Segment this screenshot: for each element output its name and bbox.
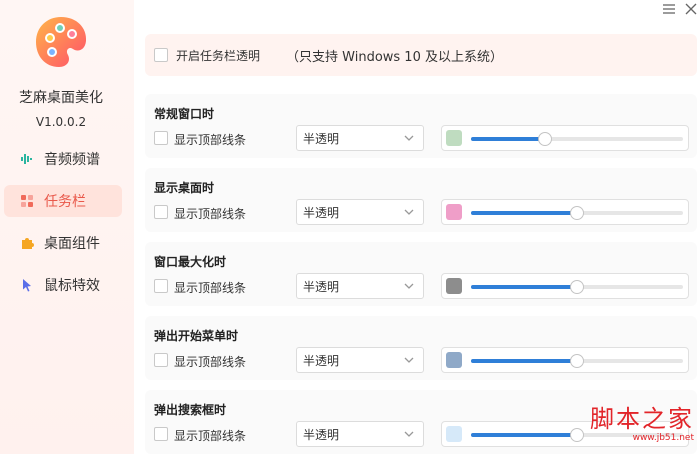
section-title: 弹出开始菜单时 bbox=[154, 329, 239, 343]
taskbar-state-section: 窗口最大化时 显示顶部线条 半透明 bbox=[145, 242, 697, 306]
enable-transparency-label: 开启任务栏透明 bbox=[176, 48, 261, 63]
opacity-slider-fill bbox=[471, 211, 577, 215]
color-swatch[interactable] bbox=[446, 426, 462, 442]
select-value: 半透明 bbox=[303, 279, 340, 294]
puzzle-icon bbox=[20, 236, 34, 250]
transparency-mode-select[interactable]: 半透明 bbox=[296, 347, 424, 373]
show-top-line-label: 显示顶部线条 bbox=[174, 207, 247, 221]
sidebar-item-taskbar[interactable]: 任务栏 bbox=[4, 185, 122, 217]
show-top-line-label: 显示顶部线条 bbox=[174, 133, 247, 147]
show-top-line-checkbox[interactable] bbox=[154, 131, 168, 145]
opacity-slider-thumb[interactable] bbox=[570, 354, 584, 368]
app-name: 芝麻桌面美化 bbox=[19, 90, 103, 106]
watermark-url: www.jb51.net bbox=[632, 433, 694, 443]
section-title: 窗口最大化时 bbox=[154, 255, 227, 269]
audio-spectrum-icon bbox=[20, 152, 34, 166]
opacity-slider-thumb[interactable] bbox=[570, 280, 584, 294]
transparency-mode-select[interactable]: 半透明 bbox=[296, 421, 424, 447]
select-value: 半透明 bbox=[303, 205, 340, 220]
chevron-down-icon bbox=[403, 132, 415, 144]
sidebar-item-audio-spectrum[interactable]: 音频频谱 bbox=[4, 143, 122, 175]
sidebar-item-label: 桌面组件 bbox=[44, 236, 100, 252]
show-top-line-label: 显示顶部线条 bbox=[174, 429, 247, 443]
show-top-line-label: 显示顶部线条 bbox=[174, 281, 247, 295]
watermark-title: 脚本之家 bbox=[590, 405, 694, 433]
sidebar-item-mouse-effects[interactable]: 鼠标特效 bbox=[4, 269, 122, 301]
taskbar-icon bbox=[20, 194, 34, 208]
section-title: 常规窗口时 bbox=[154, 107, 215, 121]
opacity-slider-thumb[interactable] bbox=[570, 206, 584, 220]
color-swatch[interactable] bbox=[446, 278, 462, 294]
chevron-down-icon bbox=[403, 206, 415, 218]
cursor-icon bbox=[20, 278, 34, 292]
watermark: 脚本之家 www.jb51.net bbox=[570, 406, 694, 444]
opacity-slider-fill bbox=[471, 285, 577, 289]
opacity-slider-track[interactable] bbox=[471, 354, 683, 368]
show-top-line-checkbox[interactable] bbox=[154, 279, 168, 293]
app-logo-icon bbox=[33, 14, 89, 70]
chevron-down-icon bbox=[403, 280, 415, 292]
sidebar-item-label: 任务栏 bbox=[44, 194, 86, 210]
color-opacity-control bbox=[441, 273, 689, 299]
sidebar-item-label: 音频频谱 bbox=[44, 152, 100, 168]
system-requirement-note: （只支持 Windows 10 及以上系统） bbox=[286, 49, 503, 65]
sidebar: 芝麻桌面美化 V1.0.0.2 音频频谱 任务栏 桌面组件 鼠标特效 bbox=[0, 0, 134, 454]
show-top-line-checkbox[interactable] bbox=[154, 205, 168, 219]
close-icon[interactable] bbox=[682, 0, 700, 18]
color-opacity-control bbox=[441, 199, 689, 225]
opacity-slider-fill bbox=[471, 359, 577, 363]
color-opacity-control bbox=[441, 125, 689, 151]
opacity-slider-thumb[interactable] bbox=[538, 132, 552, 146]
taskbar-state-section: 显示桌面时 显示顶部线条 半透明 bbox=[145, 168, 697, 232]
show-top-line-checkbox[interactable] bbox=[154, 427, 168, 441]
opacity-slider-track[interactable] bbox=[471, 132, 683, 146]
color-swatch[interactable] bbox=[446, 352, 462, 368]
menu-icon[interactable] bbox=[660, 0, 678, 18]
app-version: V1.0.0.2 bbox=[35, 115, 87, 129]
opacity-slider-track[interactable] bbox=[471, 206, 683, 220]
transparency-mode-select[interactable]: 半透明 bbox=[296, 199, 424, 225]
opacity-slider-track[interactable] bbox=[471, 280, 683, 294]
section-title: 显示桌面时 bbox=[154, 181, 215, 195]
show-top-line-label: 显示顶部线条 bbox=[174, 355, 247, 369]
color-opacity-control bbox=[441, 347, 689, 373]
select-value: 半透明 bbox=[303, 131, 340, 146]
transparency-mode-select[interactable]: 半透明 bbox=[296, 125, 424, 151]
select-value: 半透明 bbox=[303, 353, 340, 368]
enable-transparency-checkbox[interactable] bbox=[154, 48, 168, 62]
chevron-down-icon bbox=[403, 354, 415, 366]
taskbar-state-section: 弹出开始菜单时 显示顶部线条 半透明 bbox=[145, 316, 697, 380]
transparency-mode-select[interactable]: 半透明 bbox=[296, 273, 424, 299]
select-value: 半透明 bbox=[303, 427, 340, 442]
show-top-line-checkbox[interactable] bbox=[154, 353, 168, 367]
sidebar-item-label: 鼠标特效 bbox=[44, 278, 100, 294]
chevron-down-icon bbox=[403, 428, 415, 440]
opacity-slider-fill bbox=[471, 137, 545, 141]
taskbar-state-section: 常规窗口时 显示顶部线条 半透明 bbox=[145, 94, 697, 158]
opacity-slider-fill bbox=[471, 433, 577, 437]
color-swatch[interactable] bbox=[446, 204, 462, 220]
color-swatch[interactable] bbox=[446, 130, 462, 146]
taskbar-transparency-panel: 开启任务栏透明 （只支持 Windows 10 及以上系统） bbox=[145, 34, 697, 76]
sidebar-item-desktop-widgets[interactable]: 桌面组件 bbox=[4, 227, 122, 259]
section-title: 弹出搜索框时 bbox=[154, 403, 227, 417]
